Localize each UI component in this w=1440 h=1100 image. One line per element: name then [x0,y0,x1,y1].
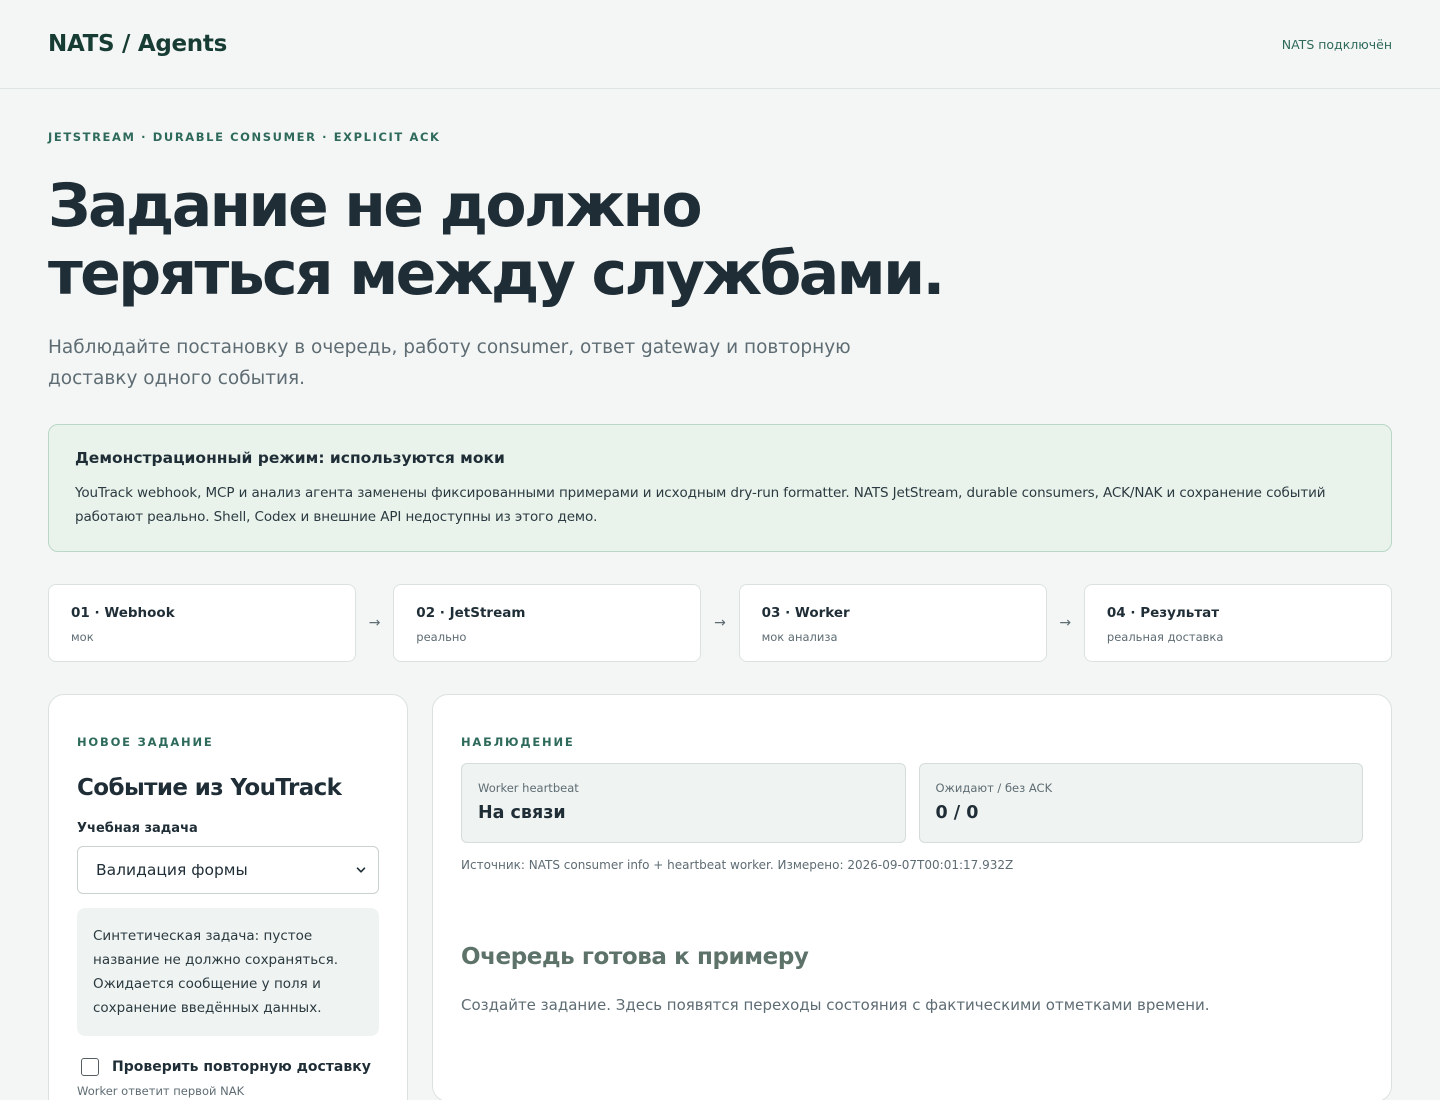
card-title: Событие из YouTrack [77,775,342,801]
metric-value: 0 / 0 [935,803,979,823]
hero-title: Задание не должно теряться между службам… [48,171,945,309]
arrow-right-icon: → [714,615,726,631]
metric-value: На связи [478,803,566,823]
redelivery-checkbox[interactable] [81,1058,99,1076]
task-select-value: Валидация формы [96,861,248,879]
empty-state-text: Создайте задание. Здесь появятся переход… [461,996,1210,1014]
step-title: 04 · Результат [1106,605,1220,621]
step-title: 02 · JetStream [416,605,526,621]
step-result: 04 · Результат реальная доставка [1083,584,1392,662]
step-worker: 03 · Worker мок анализа [738,584,1047,662]
hero-subtitle: Наблюдайте постановку в очередь, работу … [48,337,851,389]
top-bar: NATS / Agents NATS подключён [0,0,1440,89]
pipeline-steps: 01 · Webhook мок → 02 · JetStream реальн… [48,584,1392,662]
metric-pending: Ожидают / без ACK 0 / 0 [918,763,1363,843]
metrics-row: Worker heartbeat На связи Ожидают / без … [461,763,1363,843]
notice-title: Демонстрационный режим: используются мок… [75,449,505,467]
step-subtitle: мок анализа [761,630,838,644]
task-select[interactable]: Валидация формы [77,846,379,894]
observation-card: НАБЛЮДЕНИЕ Worker heartbeat На связи Ожи… [432,694,1392,1100]
redelivery-label: Проверить повторную доставку [112,1059,371,1075]
step-subtitle: реально [416,630,467,644]
demo-mode-notice: Демонстрационный режим: используются мок… [48,424,1392,552]
task-description: Синтетическая задача: пустое название не… [77,908,379,1036]
main-content: JETSTREAM · DURABLE CONSUMER · EXPLICIT … [0,130,1440,1100]
empty-state-title: Очередь готова к примеру [461,944,809,970]
step-jetstream: 02 · JetStream реально [393,584,702,662]
notice-text: YouTrack webhook, MCP и анализ агента за… [75,485,1326,525]
new-task-card: НОВОЕ ЗАДАНИЕ Событие из YouTrack Учебна… [48,694,408,1100]
metric-label: Worker heartbeat [478,781,579,795]
hero-eyebrow: JETSTREAM · DURABLE CONSUMER · EXPLICIT … [48,130,441,144]
step-title: 03 · Worker [761,605,850,621]
metric-heartbeat: Worker heartbeat На связи [461,763,906,843]
section-label: НАБЛЮДЕНИЕ [461,735,575,749]
redelivery-option[interactable]: Проверить повторную доставку [77,1058,379,1076]
step-subtitle: мок [71,630,94,644]
arrow-right-icon: → [1059,615,1072,631]
chevron-down-icon [356,867,366,873]
step-title: 01 · Webhook [71,605,175,621]
measurement-source: Источник: NATS consumer info + heartbeat… [461,858,1014,872]
step-subtitle: реальная доставка [1106,630,1224,644]
brand-logo[interactable]: NATS / Agents [48,31,227,57]
cards-row: НОВОЕ ЗАДАНИЕ Событие из YouTrack Учебна… [48,694,1392,1100]
arrow-right-icon: → [368,615,381,631]
metric-label: Ожидают / без ACK [935,781,1053,795]
redelivery-hint: Worker ответит первой NAK [77,1084,245,1098]
task-select-label: Учебная задача [77,821,198,836]
step-webhook: 01 · Webhook мок [48,584,356,662]
section-label: НОВОЕ ЗАДАНИЕ [77,735,214,749]
connection-status: NATS подключён [1281,36,1392,52]
